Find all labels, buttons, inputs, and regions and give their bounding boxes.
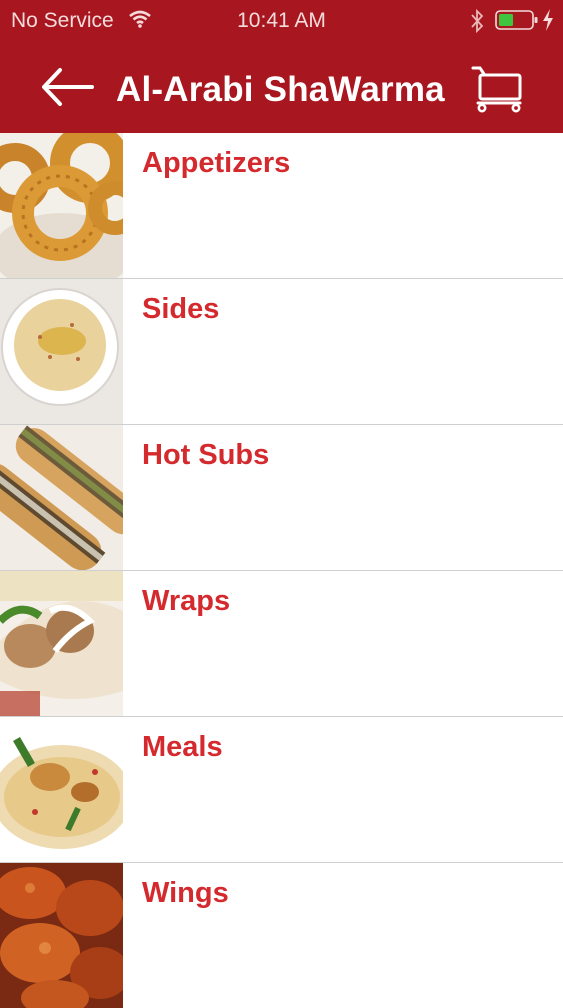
navigation-bar: Al-Arabi ShaWarma xyxy=(0,42,563,133)
category-label-wraps: Wraps xyxy=(142,585,231,617)
hummus-photo xyxy=(0,279,123,424)
category-list: Appetizers Sides Hot Subs Wraps Meals Wi… xyxy=(0,133,563,1008)
status-bar: No Service 10:41 AM xyxy=(0,0,563,42)
category-label-appetizers: Appetizers xyxy=(142,147,291,179)
onion-rings-photo xyxy=(0,133,123,278)
battery-icon xyxy=(495,10,538,30)
cart-icon xyxy=(471,66,522,113)
sub-sandwich-photo xyxy=(0,425,123,570)
category-row-appetizers[interactable]: Appetizers xyxy=(0,133,563,279)
category-label-wings: Wings xyxy=(142,877,229,909)
category-label-hot-subs: Hot Subs xyxy=(142,439,270,471)
category-row-wings[interactable]: Wings xyxy=(0,863,563,1008)
bluetooth-icon xyxy=(471,8,484,34)
app-header: No Service 10:41 AM Al-Arabi ShaWarma xyxy=(0,0,563,133)
cart-button[interactable] xyxy=(470,62,526,114)
category-row-sides[interactable]: Sides xyxy=(0,279,563,425)
category-row-meals[interactable]: Meals xyxy=(0,717,563,863)
page-title: Al-Arabi ShaWarma xyxy=(116,70,445,109)
wrap-photo xyxy=(0,571,123,716)
charging-bolt-icon xyxy=(543,9,553,31)
back-arrow-icon xyxy=(42,68,94,106)
back-button[interactable] xyxy=(38,64,98,110)
category-label-sides: Sides xyxy=(142,293,220,325)
chicken-wings-photo xyxy=(0,863,123,1008)
category-row-hot-subs[interactable]: Hot Subs xyxy=(0,425,563,571)
category-row-wraps[interactable]: Wraps xyxy=(0,571,563,717)
rice-chicken-photo xyxy=(0,717,123,862)
category-label-meals: Meals xyxy=(142,731,223,763)
